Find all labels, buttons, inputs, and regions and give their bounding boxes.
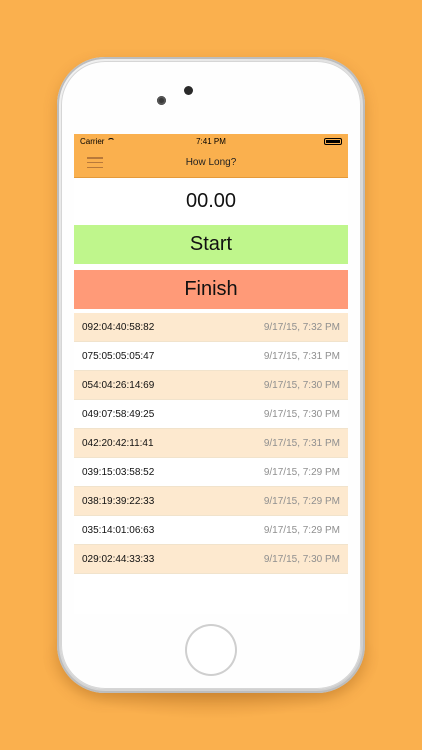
records-list: 092:04:40:58:82 9/17/15, 7:32 PM 075:05:05… bbox=[74, 313, 348, 574]
record-date: 9/17/15, 7:29 PM bbox=[263, 466, 340, 478]
record-duration: 039:15:03:58:52 bbox=[82, 466, 155, 478]
nav-title: How Long? bbox=[185, 157, 237, 168]
list-item[interactable]: 039:15:03:58:52 9/17/15, 7:29 PM bbox=[74, 458, 348, 487]
record-duration: 049:07:58:49:25 bbox=[82, 408, 155, 420]
record-duration: 092:04:40:58:82 bbox=[82, 321, 155, 333]
hamburger-menu-icon[interactable] bbox=[87, 157, 103, 168]
record-date: 9/17/15, 7:29 PM bbox=[263, 524, 340, 536]
record-date: 9/17/15, 7:32 PM bbox=[263, 321, 340, 333]
carrier-label: Carrier bbox=[80, 136, 105, 146]
record-duration: 042:20:42:11:41 bbox=[82, 437, 154, 449]
nav-bar: How Long? bbox=[74, 148, 348, 178]
record-date: 9/17/15, 7:31 PM bbox=[263, 437, 340, 449]
timer-display: 00.00 bbox=[185, 190, 237, 212]
record-date: 9/17/15, 7:31 PM bbox=[263, 350, 340, 362]
record-date: 9/17/15, 7:30 PM bbox=[263, 379, 340, 391]
record-duration: 075:05:05:05:47 bbox=[82, 350, 155, 362]
status-bar: Carrier 7:41 PM bbox=[74, 134, 348, 148]
record-duration: 038:19:39:22:33 bbox=[82, 495, 155, 507]
front-camera-icon bbox=[157, 96, 166, 105]
list-item[interactable]: 054:04:26:14:69 9/17/15, 7:30 PM bbox=[74, 371, 348, 400]
record-duration: 054:04:26:14:69 bbox=[82, 379, 155, 391]
record-date: 9/17/15, 7:29 PM bbox=[263, 495, 340, 507]
battery-icon bbox=[324, 137, 342, 145]
wifi-icon bbox=[107, 138, 116, 144]
front-speaker-icon bbox=[184, 86, 193, 95]
record-date: 9/17/15, 7:30 PM bbox=[263, 408, 340, 420]
record-date: 9/17/15, 7:30 PM bbox=[263, 553, 340, 565]
finish-button[interactable]: Finish bbox=[74, 270, 348, 309]
list-item[interactable]: 038:19:39:22:33 9/17/15, 7:29 PM bbox=[74, 487, 348, 516]
list-item[interactable]: 042:20:42:11:41 9/17/15, 7:31 PM bbox=[74, 429, 348, 458]
start-button[interactable]: Start bbox=[74, 225, 348, 264]
list-item[interactable]: 092:04:40:58:82 9/17/15, 7:32 PM bbox=[74, 313, 348, 342]
home-button[interactable] bbox=[185, 624, 237, 676]
record-duration: 035:14:01:06:63 bbox=[82, 524, 155, 536]
list-item[interactable]: 049:07:58:49:25 9/17/15, 7:30 PM bbox=[74, 400, 348, 429]
list-item[interactable]: 029:02:44:33:33 9/17/15, 7:30 PM bbox=[74, 545, 348, 574]
record-duration: 029:02:44:33:33 bbox=[82, 553, 155, 565]
app-screen: Carrier 7:41 PM How Long? 00.00 Start Fi… bbox=[74, 134, 348, 614]
status-left: Carrier bbox=[80, 136, 116, 146]
list-item[interactable]: 075:05:05:05:47 9/17/15, 7:31 PM bbox=[74, 342, 348, 371]
list-item[interactable]: 035:14:01:06:63 9/17/15, 7:29 PM bbox=[74, 516, 348, 545]
